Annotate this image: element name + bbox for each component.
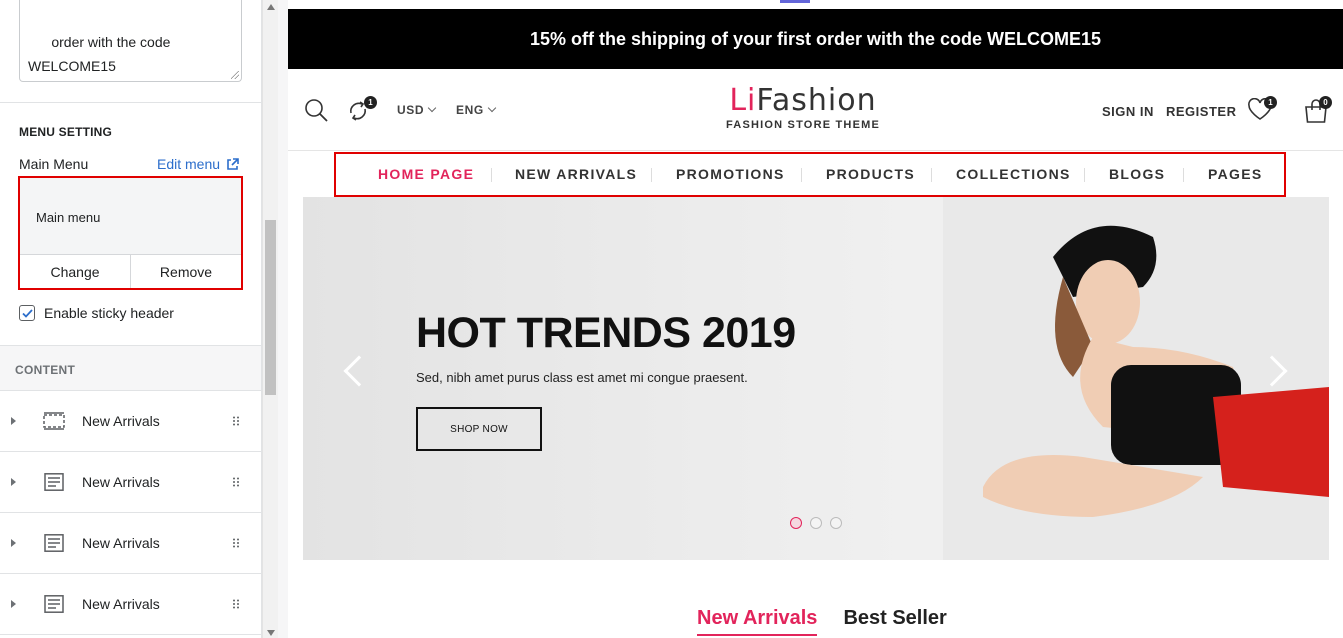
drag-handle-icon[interactable]	[232, 538, 240, 548]
content-block-label: New Arrivals	[82, 413, 160, 429]
drag-handle-icon[interactable]	[232, 599, 240, 609]
chevron-down-icon	[427, 103, 437, 113]
expand-caret-icon[interactable]	[11, 478, 16, 486]
preview-top-strip	[288, 0, 1343, 9]
external-link-icon	[227, 157, 239, 170]
menu-picker: Main menu Change Remove	[18, 176, 243, 290]
settings-sidebar: order with the code WELCOME15 MENU SETTI…	[0, 0, 262, 638]
preview-indicator	[780, 0, 810, 3]
logo-prefix: Li	[729, 83, 757, 118]
expand-caret-icon[interactable]	[11, 417, 16, 425]
sticky-header-option[interactable]: Enable sticky header	[19, 305, 174, 321]
announcement-textarea[interactable]: order with the code WELCOME15	[19, 0, 242, 82]
section-dashed-icon	[43, 412, 65, 430]
content-block-row[interactable]: New Arrivals	[0, 513, 261, 574]
menu-picker-actions: Change Remove	[20, 254, 241, 288]
text-block-icon	[44, 534, 64, 552]
remove-menu-button[interactable]: Remove	[130, 255, 241, 288]
scroll-up-icon[interactable]	[267, 4, 275, 10]
logo-tagline: FASHION STORE THEME	[726, 119, 880, 131]
tab-best-seller[interactable]: Best Seller	[843, 607, 946, 636]
product-tabs: New Arrivals Best Seller	[697, 607, 947, 636]
content-block-label: New Arrivals	[82, 596, 160, 612]
slider-pagination	[790, 517, 842, 529]
content-block-row[interactable]: New Arrivals	[0, 452, 261, 513]
slider-dot[interactable]	[810, 517, 822, 529]
edit-menu-link[interactable]: Edit menu	[157, 156, 239, 172]
wishlist-count-badge: 1	[1264, 96, 1277, 109]
shop-now-button[interactable]: SHOP NOW	[416, 407, 542, 451]
slider-dot[interactable]	[790, 517, 802, 529]
nav-separator	[801, 168, 802, 182]
sign-in-link[interactable]: SIGN IN	[1102, 104, 1154, 119]
nav-item-blogs[interactable]: BLOGS	[1109, 166, 1165, 182]
logo-suffix: Fashion	[756, 83, 877, 118]
preview-gutter	[278, 0, 288, 638]
language-selector[interactable]: ENG	[456, 103, 497, 117]
slider-dot[interactable]	[830, 517, 842, 529]
sticky-header-label: Enable sticky header	[44, 305, 174, 321]
content-block-label: New Arrivals	[82, 474, 160, 490]
checkmark-icon	[21, 308, 33, 318]
hero-title: HOT TRENDS 2019	[416, 309, 796, 357]
nav-item-collections[interactable]: COLLECTIONS	[956, 166, 1071, 182]
announcement-text: 15% off the shipping of your first order…	[529, 28, 1102, 49]
content-block-label: New Arrivals	[82, 535, 160, 551]
expand-caret-icon[interactable]	[11, 539, 16, 547]
scroll-down-icon[interactable]	[267, 630, 275, 636]
sticky-header-checkbox[interactable]	[19, 305, 35, 321]
expand-caret-icon[interactable]	[11, 600, 16, 608]
content-block-row[interactable]: New Arrivals	[0, 391, 261, 452]
sidebar-scrollbar[interactable]	[262, 0, 278, 638]
content-block-row[interactable]: New Arrivals	[0, 574, 261, 635]
selected-menu-name: Main menu	[36, 210, 101, 225]
hero-subtitle: Sed, nibh amet purus class est amet mi c…	[416, 370, 748, 385]
nav-item-promotions[interactable]: PROMOTIONS	[676, 166, 785, 182]
logo-wordmark: LiFashion	[708, 85, 898, 117]
nav-separator	[491, 168, 492, 182]
menu-setting-heading: MENU SETTING	[19, 125, 113, 139]
storefront-preview: 15% off the shipping of your first order…	[288, 0, 1343, 638]
chevron-down-icon	[487, 103, 497, 113]
nav-separator	[651, 168, 652, 182]
language-value: ENG	[456, 103, 484, 117]
register-link[interactable]: REGISTER	[1166, 104, 1236, 119]
nav-item-new-arrivals[interactable]: NEW ARRIVALS	[515, 166, 637, 182]
nav-item-home-page[interactable]: HOME PAGE	[378, 166, 474, 182]
edit-menu-label: Edit menu	[157, 156, 221, 172]
hero-slider: HOT TRENDS 2019 Sed, nibh amet purus cla…	[303, 197, 1329, 560]
theme-editor: order with the code WELCOME15 MENU SETTI…	[0, 0, 1343, 638]
cart-count-badge: 0	[1319, 96, 1332, 109]
announcement-bar: 15% off the shipping of your first order…	[288, 9, 1343, 69]
drag-handle-icon[interactable]	[232, 477, 240, 487]
compare-count-badge: 1	[364, 96, 377, 109]
currency-value: USD	[397, 103, 425, 117]
nav-separator	[931, 168, 932, 182]
search-icon[interactable]	[304, 98, 328, 122]
store-header: 1 USD ENG LiFashion FASHION STORE THEME …	[288, 69, 1343, 151]
content-heading: CONTENT	[15, 363, 76, 377]
nav-item-pages[interactable]: PAGES	[1208, 166, 1262, 182]
divider	[0, 102, 261, 103]
resize-grip-icon[interactable]	[231, 71, 239, 79]
store-logo[interactable]: LiFashion FASHION STORE THEME	[708, 85, 898, 132]
nav-separator	[1183, 168, 1184, 182]
main-menu-label: Main Menu	[19, 156, 89, 172]
text-block-icon	[44, 473, 64, 491]
nav-separator	[1084, 168, 1085, 182]
tab-new-arrivals[interactable]: New Arrivals	[697, 607, 818, 636]
content-section-header: CONTENT	[0, 345, 261, 391]
change-menu-button[interactable]: Change	[20, 255, 130, 288]
text-block-icon	[44, 595, 64, 613]
currency-selector[interactable]: USD	[397, 103, 437, 117]
scrollbar-thumb[interactable]	[265, 220, 276, 395]
announcement-textarea-value: order with the code WELCOME15	[28, 34, 171, 74]
main-navigation: HOME PAGE NEW ARRIVALS PROMOTIONS PRODUC…	[334, 152, 1286, 197]
drag-handle-icon[interactable]	[232, 416, 240, 426]
nav-item-products[interactable]: PRODUCTS	[826, 166, 915, 182]
